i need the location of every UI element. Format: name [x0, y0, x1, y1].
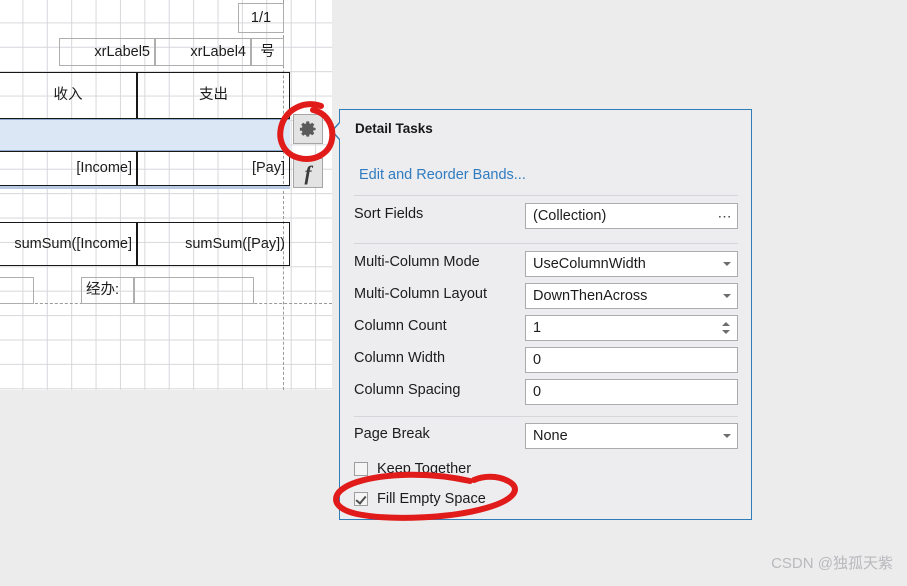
- column-header-pay[interactable]: 支出: [137, 72, 290, 119]
- panel-divider: [354, 243, 738, 244]
- label-column-count: Column Count: [354, 318, 447, 334]
- row-page-break: Page Break None: [354, 423, 738, 449]
- row-column-spacing: Column Spacing 0: [354, 379, 738, 405]
- row-sort-fields: Sort Fields (Collection) ⋯: [354, 203, 738, 229]
- column-header-income[interactable]: 收入: [0, 72, 137, 119]
- footer-empty-box[interactable]: [0, 277, 34, 304]
- checkbox-row-fill-empty-space[interactable]: Fill Empty Space: [354, 488, 486, 510]
- detail-field-income[interactable]: [Income]: [0, 151, 137, 186]
- label-column-width: Column Width: [354, 350, 446, 366]
- label-multi-column-mode: Multi-Column Mode: [354, 254, 480, 270]
- ellipsis-button-sort-fields[interactable]: ⋯: [713, 204, 737, 228]
- panel-callout-notch-fill: [333, 123, 340, 139]
- gear-icon-svg: [299, 121, 316, 137]
- panel-divider: [354, 416, 738, 417]
- value-page-break: None: [533, 428, 568, 444]
- label-page-break: Page Break: [354, 426, 430, 442]
- footer-handler-label[interactable]: 经办:: [81, 277, 134, 304]
- fx-icon[interactable]: f: [293, 158, 323, 188]
- value-column-width: 0: [533, 352, 542, 368]
- row-multi-column-mode: Multi-Column Mode UseColumnWidth: [354, 251, 738, 277]
- field-column-count[interactable]: 1: [525, 315, 738, 341]
- selected-band-bottom-edge: [0, 186, 290, 189]
- footer-handler-value[interactable]: [134, 277, 254, 304]
- report-design-surface[interactable]: 1/1 xrLabel5 xrLabel4 号 收入 支出 [Income] […: [0, 0, 332, 390]
- field-multi-column-layout[interactable]: DownThenAcross: [525, 283, 738, 309]
- selected-band-detail[interactable]: [0, 119, 290, 151]
- value-multi-column-mode: UseColumnWidth: [533, 256, 646, 272]
- value-column-count: 1: [533, 320, 542, 336]
- field-multi-column-mode[interactable]: UseColumnWidth: [525, 251, 738, 277]
- xr-label-5[interactable]: xrLabel5: [59, 38, 155, 66]
- edit-and-reorder-bands-link[interactable]: Edit and Reorder Bands...: [359, 167, 526, 183]
- detail-tasks-panel: Detail Tasks Edit and Reorder Bands... S…: [331, 109, 752, 520]
- spinner-down-icon[interactable]: [722, 330, 730, 334]
- field-page-break[interactable]: None: [525, 423, 738, 449]
- value-multi-column-layout: DownThenAcross: [533, 288, 648, 304]
- row-multi-column-layout: Multi-Column Layout DownThenAcross: [354, 283, 738, 309]
- label-keep-together: Keep Together: [377, 461, 472, 477]
- checkbox-row-keep-together[interactable]: Keep Together: [354, 458, 471, 480]
- label-sort-fields: Sort Fields: [354, 206, 424, 222]
- checkbox-fill-empty-space[interactable]: [354, 492, 368, 506]
- summary-field-income[interactable]: sumSum([Income]: [0, 222, 137, 266]
- value-column-spacing: 0: [533, 384, 542, 400]
- detail-field-pay[interactable]: [Pay]: [137, 151, 290, 186]
- field-sort-fields[interactable]: (Collection) ⋯: [525, 203, 738, 229]
- gear-icon[interactable]: [293, 114, 323, 144]
- row-column-width: Column Width 0: [354, 347, 738, 373]
- field-column-spacing[interactable]: 0: [525, 379, 738, 405]
- fx-glyph: f: [304, 160, 312, 185]
- chevron-down-icon[interactable]: [717, 424, 737, 448]
- field-column-width[interactable]: 0: [525, 347, 738, 373]
- label-multi-column-layout: Multi-Column Layout: [354, 286, 487, 302]
- spinner-up-icon[interactable]: [722, 322, 730, 326]
- chevron-down-icon[interactable]: [717, 284, 737, 308]
- panel-divider: [354, 195, 738, 196]
- page-indicator-label[interactable]: 1/1: [238, 3, 284, 33]
- unit-label-hao[interactable]: 号: [251, 38, 284, 66]
- watermark: CSDN @独孤天紫: [771, 555, 893, 572]
- spinner-column-count[interactable]: [715, 316, 737, 340]
- panel-title: Detail Tasks: [355, 121, 433, 136]
- value-sort-fields: (Collection): [533, 208, 607, 224]
- summary-field-pay[interactable]: sumSum([Pay]): [137, 222, 290, 266]
- row-column-count: Column Count 1: [354, 315, 738, 341]
- label-column-spacing: Column Spacing: [354, 382, 461, 398]
- label-fill-empty-space: Fill Empty Space: [377, 491, 486, 507]
- checkbox-keep-together[interactable]: [354, 462, 368, 476]
- chevron-down-icon[interactable]: [717, 252, 737, 276]
- xr-label-4[interactable]: xrLabel4: [155, 38, 251, 66]
